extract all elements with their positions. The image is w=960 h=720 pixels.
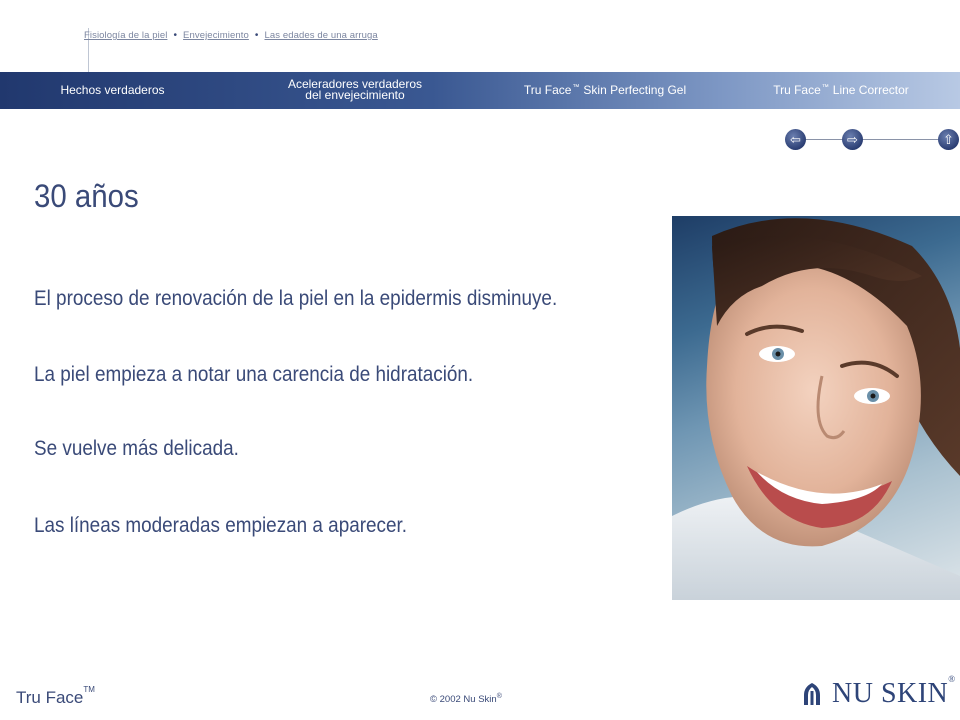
arrow-connector-line (862, 139, 942, 140)
registered-mark: ® (496, 693, 502, 700)
breadcrumb: Fisiología de la piel • Envejecimiento • Las… (84, 30, 378, 41)
nav-tab-label: Hechos verdaderos (60, 83, 165, 97)
content-line: Las líneas moderadas empiezan a aparecer… (34, 514, 407, 537)
nav-tab-aceleradores[interactable]: Aceleradores verdaderos del envejecimien… (270, 76, 440, 104)
up-arrow-icon[interactable]: ⇧ (938, 129, 959, 150)
footer-brand-name: Tru Face (16, 688, 84, 707)
forward-arrow-icon[interactable]: ⇨ (842, 129, 863, 150)
nav-tab-label-prefix: Tru Face (523, 83, 572, 97)
breadcrumb-link-envejecimiento[interactable]: Envejecimiento (183, 30, 249, 41)
copyright-notice: © 2002 Nu Skin® (430, 693, 502, 705)
bullet-dot-icon: • (173, 30, 178, 41)
nu-skin-wordmark: NU SKIN® (832, 674, 956, 710)
nu-skin-wordmark-text: NU SKIN (832, 678, 949, 709)
breadcrumb-link-edades[interactable]: Las edades de una arruga (264, 30, 377, 41)
content-line: La piel empieza a notar una carencia de … (34, 363, 474, 386)
breadcrumb-link-fisiologia[interactable]: Fisiología de la piel (84, 30, 167, 41)
copyright-text: © 2002 Nu Skin (430, 694, 497, 706)
trademark-mark: TM (83, 685, 95, 695)
content-line: Se vuelve más delicada. (34, 437, 239, 460)
woman-portrait-photo (672, 216, 960, 600)
nav-tab-line-corrector[interactable]: Tru Face ™ Line Corrector (752, 72, 930, 109)
page-title: 30 años (34, 178, 139, 214)
nav-tab-label-line2: del envejecimiento (305, 88, 405, 102)
registered-mark: ® (948, 673, 956, 684)
footer-brand: Tru FaceTM (16, 685, 95, 708)
arrow-connector-line (805, 139, 845, 140)
nav-tab-hechos-verdaderos[interactable]: Hechos verdaderos (40, 72, 185, 109)
trademark-mark: ™ (821, 84, 829, 91)
nu-skin-emblem-icon (804, 683, 820, 705)
portrait-illustration (672, 218, 960, 600)
nu-skin-logo: NU SKIN® (800, 674, 956, 710)
content-line: El proceso de renovación de la piel en l… (34, 287, 558, 310)
trademark-mark: ™ (572, 84, 580, 91)
bullet-dot-icon: • (254, 30, 259, 41)
nav-tab-label-suffix: Line Corrector (832, 83, 909, 97)
nav-tab-label-prefix: Tru Face (773, 83, 821, 97)
nav-tab-label-suffix: Skin Perfecting Gel (583, 83, 687, 97)
nav-bar: Hechos verdaderos Aceleradores verdadero… (0, 72, 960, 109)
nav-tab-skin-perfecting-gel[interactable]: Tru Face ™ Skin Perfecting Gel (505, 72, 705, 109)
back-arrow-icon[interactable]: ⇦ (785, 129, 806, 150)
